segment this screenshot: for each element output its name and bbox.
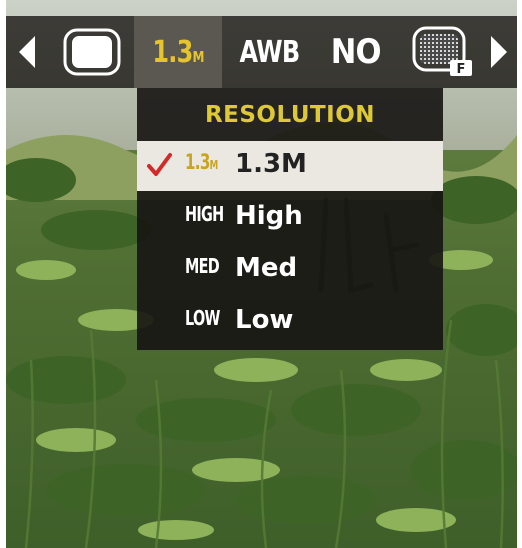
chevron-left-icon [19, 36, 35, 68]
menu-item-high[interactable]: HIGH High [137, 193, 443, 243]
resolution-button[interactable]: 1.3M [134, 16, 222, 88]
chevron-right-icon [490, 36, 507, 68]
quality-med-icon: MED [185, 254, 220, 278]
frame-icon [63, 28, 121, 76]
menu-item-label: Med [235, 253, 298, 283]
toolbar-prev-button[interactable] [6, 16, 46, 88]
menu-item-label: High [235, 201, 303, 231]
checkmark-icon [147, 153, 172, 176]
white-balance-label: AWB [239, 34, 300, 70]
menu-item-low[interactable]: LOW Low [137, 297, 443, 347]
filter-badge: F [457, 62, 466, 77]
screen-filter-icon: F [412, 26, 472, 77]
menu-item-label: 1.3M [235, 149, 307, 179]
resolution-1-3m-icon: 1.3M [185, 150, 218, 174]
frame-mode-button[interactable] [50, 16, 134, 88]
quality-low-icon: LOW [185, 306, 220, 330]
toolbar-next-button[interactable] [482, 16, 517, 88]
resolution-value: 1.3M [152, 34, 204, 70]
settings-toolbar: 1.3M AWB NO F [6, 16, 517, 88]
effect-label: NO [331, 32, 382, 72]
menu-item-1-3m[interactable]: 1.3M 1.3M [137, 141, 443, 191]
menu-item-med[interactable]: MED Med [137, 245, 443, 295]
effect-button[interactable]: NO [312, 16, 400, 88]
white-balance-button[interactable]: AWB [226, 16, 312, 88]
menu-title: RESOLUTION [204, 102, 376, 128]
screen-filter-button[interactable]: F [406, 16, 480, 88]
camera-screen: 1.3M AWB NO F RESOLUTION 1.3M 1.3M HIGH … [6, 0, 517, 548]
quality-high-icon: HIGH [185, 202, 224, 226]
resolution-menu: RESOLUTION 1.3M 1.3M HIGH High MED Med L… [137, 88, 443, 350]
menu-item-label: Low [235, 305, 294, 335]
